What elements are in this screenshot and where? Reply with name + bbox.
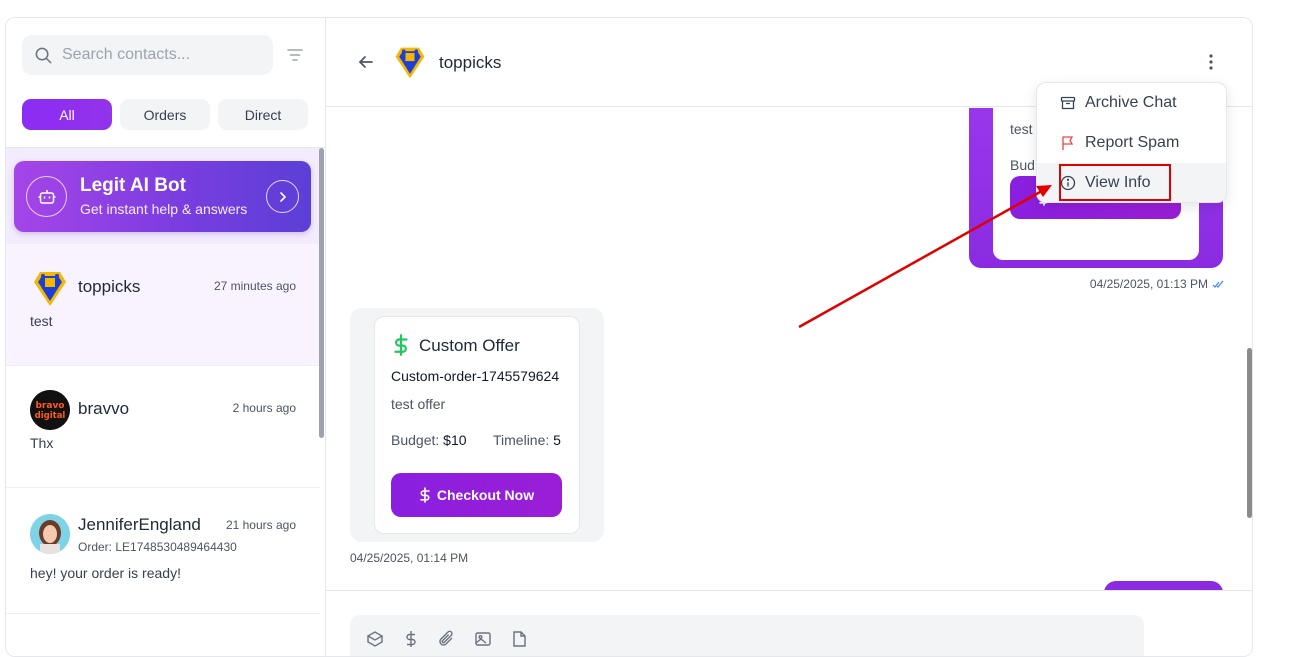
- search-icon: [35, 47, 52, 64]
- avatar: bravo digital: [30, 390, 70, 430]
- file-icon[interactable]: [510, 630, 528, 648]
- contact-time: 21 hours ago: [225, 518, 296, 532]
- more-vertical-icon[interactable]: [1201, 52, 1221, 72]
- flag-icon: [1062, 136, 1074, 150]
- ai-bot-card[interactable]: Legit AI Bot Get instant help & answers: [14, 161, 311, 232]
- menu-item-archive-chat[interactable]: Archive Chat: [1037, 83, 1226, 123]
- paperclip-icon[interactable]: [438, 630, 456, 648]
- contact-last-message: test: [30, 313, 53, 329]
- dollar-icon: [394, 334, 408, 356]
- avatar: [30, 514, 70, 554]
- contact-name: JenniferEngland: [78, 515, 201, 534]
- message-timestamp: 04/25/2025, 01:13 PM: [1090, 277, 1224, 291]
- divider: [326, 590, 1252, 591]
- robot-icon: [26, 176, 67, 217]
- avatar: [392, 44, 428, 80]
- bravo-digital-logo: bravo digital: [30, 390, 70, 430]
- contact-time: 2 hours ago: [232, 401, 296, 415]
- contact-last-message: hey! your order is ready!: [30, 565, 181, 581]
- bot-subtitle: Get instant help & answers: [80, 201, 248, 217]
- avatar: [30, 268, 70, 308]
- custom-offer-card: Custom Offer Custom-order-1745579624 tes…: [374, 316, 580, 534]
- offer-description: test offer: [391, 396, 446, 412]
- svg-text:bravo: bravo: [35, 401, 64, 411]
- contact-name: bravvo: [78, 399, 130, 418]
- menu-item-label: Report Spam: [1085, 134, 1180, 151]
- arrow-left-icon[interactable]: [356, 52, 376, 72]
- search-input[interactable]: [62, 46, 262, 64]
- budget-value: $10: [443, 432, 467, 448]
- contact-order-id: Order: LE1748530489464430: [78, 540, 237, 554]
- tab-direct[interactable]: Direct: [218, 99, 308, 130]
- offer-title: Custom Offer: [419, 336, 520, 355]
- checkout-label: Checkout Now: [436, 487, 535, 503]
- bot-title: Legit AI Bot: [80, 175, 186, 196]
- incoming-message: Custom Offer Custom-order-1745579624 tes…: [350, 308, 604, 542]
- timeline-label: Timeline:: [493, 432, 550, 448]
- box-icon[interactable]: [366, 630, 384, 648]
- image-icon[interactable]: [474, 630, 492, 648]
- timestamp-text: 04/25/2025, 01:13 PM: [1089, 277, 1208, 291]
- offer-timeline: Timeline: 5: [493, 432, 561, 448]
- checkout-now-button[interactable]: Checkout Now: [391, 473, 562, 517]
- double-check-icon: [1212, 280, 1224, 288]
- chat-scrollbar[interactable]: [1247, 348, 1252, 518]
- offer-budget: Bud: [1010, 157, 1035, 173]
- message-timestamp: 04/25/2025, 01:14 PM: [350, 551, 469, 565]
- filter-icon[interactable]: [285, 45, 305, 65]
- offer-order-id: Custom-order-1745579624: [391, 368, 560, 384]
- menu-item-report-spam[interactable]: Report Spam: [1037, 123, 1226, 163]
- timeline-value: 5: [553, 432, 561, 448]
- tab-all[interactable]: All: [22, 99, 112, 130]
- offer-budget: Budget: $10: [391, 432, 467, 448]
- svg-text:digital: digital: [35, 411, 66, 421]
- budget-label: Budget:: [391, 432, 440, 448]
- annotation-highlight-box: [1059, 164, 1171, 201]
- contact-item[interactable]: toppicks 27 minutes ago test: [6, 244, 320, 366]
- tab-orders[interactable]: Orders: [120, 99, 210, 130]
- chevron-right-icon[interactable]: [266, 180, 299, 213]
- outgoing-message: [1104, 581, 1223, 590]
- filter-tabs: All Orders Direct: [22, 99, 308, 130]
- offer-description: test: [1010, 121, 1033, 137]
- contact-last-message: Thx: [30, 435, 54, 451]
- sidebar-scrollbar[interactable]: [319, 148, 324, 438]
- contact-time: 27 minutes ago: [213, 279, 296, 293]
- bot-row: Legit AI Bot Get instant help & answers: [6, 148, 320, 244]
- contact-name: toppicks: [78, 277, 141, 296]
- menu-item-label: Archive Chat: [1085, 94, 1177, 111]
- contact-item[interactable]: JenniferEngland 21 hours ago Order: LE17…: [6, 488, 320, 614]
- contact-item[interactable]: bravo digital bravvo 2 hours ago Thx: [6, 366, 320, 488]
- contact-item[interactable]: [6, 614, 320, 656]
- contacts-sidebar: All Orders Direct Legit AI Bot Get insta…: [6, 18, 326, 656]
- archive-icon: [1060, 96, 1076, 110]
- dollar-icon[interactable]: [402, 630, 420, 648]
- dollar-icon: [420, 487, 430, 503]
- chat-contact-name: toppicks: [439, 53, 502, 72]
- search-box[interactable]: [22, 35, 273, 75]
- message-composer[interactable]: [350, 615, 1144, 656]
